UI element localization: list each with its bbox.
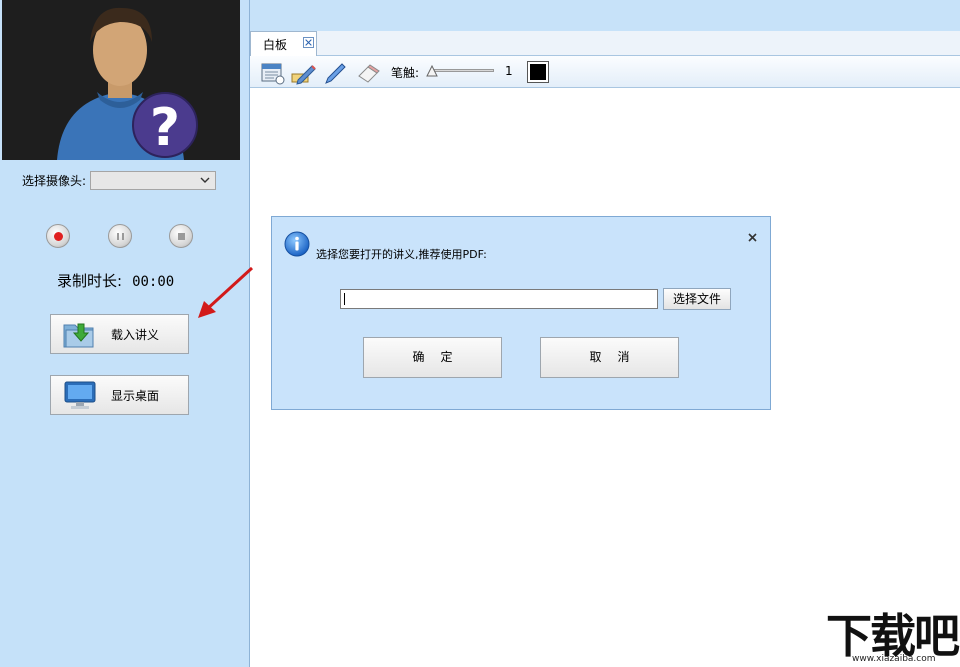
show-desktop-label: 显示桌面 [111, 389, 160, 403]
record-icon [54, 232, 63, 241]
load-lecture-label: 载入讲义 [111, 328, 160, 342]
pen-color-swatch[interactable] [527, 61, 549, 83]
record-duration: 录制时长: 00:00 [57, 270, 174, 291]
browse-file-button[interactable]: 选择文件 [663, 288, 731, 310]
stop-button[interactable] [169, 224, 193, 248]
camera-label: 选择摄像头: [22, 174, 87, 188]
folder-import-icon [63, 323, 94, 348]
red-arrow-icon [198, 266, 254, 318]
duration-value: 00:00 [132, 274, 175, 290]
pen-size-value: 1 [505, 64, 513, 78]
file-path-input[interactable] [340, 289, 658, 309]
stop-icon [178, 233, 185, 240]
cancel-button[interactable]: 取消 [540, 337, 679, 378]
load-lecture-button[interactable]: 载入讲义 [50, 314, 189, 354]
tab-label: 白板 [263, 38, 288, 52]
watermark-logo: 下载吧 www.xiazaiba.com [824, 609, 960, 667]
unknown-user-icon: ? [2, 0, 240, 160]
close-icon[interactable] [747, 232, 758, 243]
left-panel: ? 选择摄像头: 录制时长: 00:00 载入讲义 显示桌面 [0, 0, 244, 667]
camera-preview: ? [2, 0, 240, 160]
calendar-board-icon[interactable] [260, 61, 286, 85]
watermark-url: www.xiazaiba.com [852, 654, 936, 664]
show-desktop-button[interactable]: 显示桌面 [50, 375, 189, 415]
duration-label: 录制时长: [57, 272, 123, 290]
svg-text:?: ? [150, 98, 180, 158]
pen-size-label: 笔触: [391, 66, 420, 80]
slider-thumb-icon[interactable] [426, 65, 438, 77]
ok-button[interactable]: 确定 [363, 337, 502, 378]
pause-button[interactable] [108, 224, 132, 248]
open-lecture-dialog: 选择您要打开的讲义,推荐使用PDF: 选择文件 确定 取消 [271, 216, 771, 410]
pen-icon[interactable] [322, 61, 348, 85]
tab-strip: 白板 [250, 31, 960, 56]
info-icon [284, 231, 310, 257]
camera-select[interactable] [90, 171, 216, 190]
tab-whiteboard[interactable]: 白板 [250, 31, 317, 56]
text-caret [344, 293, 345, 305]
pencil-ruler-icon[interactable] [291, 61, 317, 85]
dialog-prompt: 选择您要打开的讲义,推荐使用PDF: [316, 248, 487, 261]
close-tab-icon[interactable] [303, 37, 314, 48]
eraser-icon[interactable] [356, 61, 382, 85]
pen-size-slider[interactable] [430, 69, 494, 72]
monitor-icon [64, 381, 96, 409]
whiteboard-toolbar: 笔触: 1 [250, 56, 960, 88]
chevron-down-icon [200, 177, 210, 183]
record-button[interactable] [46, 224, 70, 248]
